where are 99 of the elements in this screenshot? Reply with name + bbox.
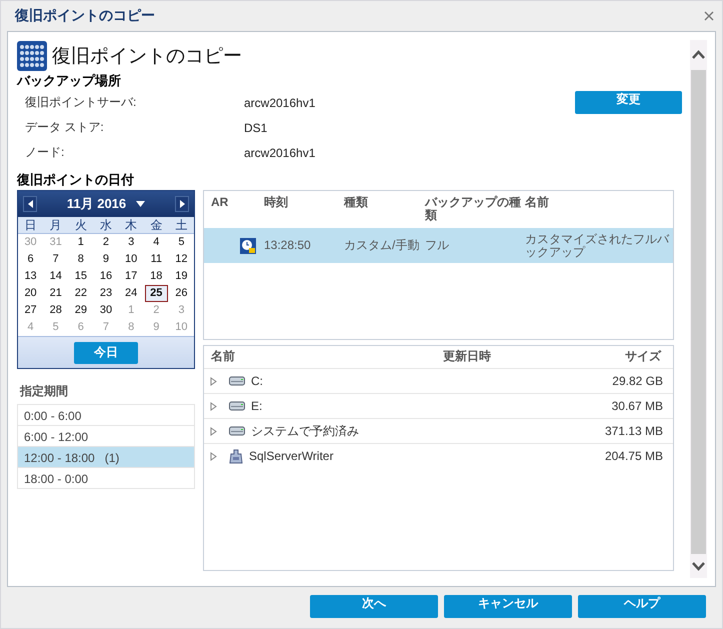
calendar-day[interactable]: 25 — [144, 285, 168, 302]
file-name: システムで予約済み — [251, 422, 359, 440]
dialog-button[interactable]: ヘルプ — [578, 595, 706, 618]
time-range-item[interactable]: 18:00 - 0:00 — [17, 467, 195, 489]
calendar-day[interactable]: 14 — [44, 268, 68, 285]
weekday-label: 日 — [18, 217, 44, 234]
calendar-day[interactable]: 23 — [94, 285, 118, 302]
time-range-item[interactable]: 12:00 - 18:00 (1) — [17, 446, 195, 468]
weekday-label: 金 — [144, 217, 169, 234]
scrollbar[interactable] — [690, 40, 707, 578]
file-row[interactable]: SqlServerWriter 204.75 MB — [204, 443, 673, 468]
expand-icon[interactable] — [210, 402, 217, 410]
field-label: ノード: — [24, 144, 66, 161]
calendar-day[interactable]: 20 — [19, 285, 42, 302]
column-header: サイズ — [624, 350, 662, 363]
calendar-day[interactable]: 11 — [144, 251, 168, 268]
file-row[interactable]: E: 30.67 MB — [204, 393, 673, 418]
next-month-button[interactable] — [175, 196, 189, 212]
file-row[interactable]: システムで予約済み 371.13 MB — [204, 418, 673, 443]
dialog-button[interactable]: 次へ — [310, 595, 438, 618]
calendar-day[interactable]: 30 — [94, 302, 118, 319]
section-heading: 指定期間 — [20, 383, 69, 400]
calendar-day[interactable]: 2 — [94, 234, 118, 251]
field-value: arcw2016hv1 — [244, 96, 316, 110]
drive-icon — [229, 376, 245, 386]
calendar-day[interactable]: 17 — [120, 268, 143, 285]
calendar-day[interactable]: 26 — [170, 285, 193, 302]
expand-icon[interactable] — [210, 452, 217, 460]
column-header: 種類 — [344, 196, 369, 209]
calendar-day[interactable]: 19 — [170, 268, 193, 285]
calendar-grid-icon — [17, 41, 47, 71]
weekday-label: 月 — [43, 217, 68, 234]
field-label: 復旧ポイントサーバ: — [24, 94, 138, 111]
calendar-day[interactable]: 10 — [120, 251, 143, 268]
weekday-label: 水 — [93, 217, 119, 234]
calendar-day[interactable]: 24 — [120, 285, 143, 302]
calendar-day[interactable]: 8 — [69, 251, 92, 268]
time-range-item[interactable]: 0:00 - 6:00 — [17, 404, 195, 426]
calendar-day[interactable]: 22 — [69, 285, 92, 302]
change-button[interactable]: 変更 — [575, 91, 682, 114]
calendar-day[interactable]: 21 — [44, 285, 68, 302]
column-header: 名前 — [525, 196, 550, 209]
expand-icon[interactable] — [210, 426, 217, 436]
section-heading: 復旧ポイントの日付 — [17, 171, 135, 189]
column-header: 時刻 — [264, 196, 289, 209]
file-size: 29.82 GB — [611, 374, 664, 388]
caret-right-icon — [180, 200, 184, 208]
file-row[interactable]: C: 29.82 GB — [204, 368, 673, 393]
calendar-day[interactable]: 15 — [69, 268, 92, 285]
file-name: E: — [251, 399, 262, 413]
calendar-day[interactable]: 16 — [94, 268, 118, 285]
calendar-day[interactable]: 27 — [19, 302, 42, 319]
caret-left-icon — [28, 200, 32, 208]
calendar-day[interactable]: 9 — [94, 251, 118, 268]
column-header: 更新日時 — [443, 350, 492, 363]
file-size: 204.75 MB — [604, 449, 664, 463]
calendar-day[interactable]: 28 — [44, 302, 68, 319]
drive-icon — [229, 426, 245, 436]
expand-icon[interactable] — [210, 376, 217, 386]
column-header: 名前 — [210, 350, 236, 363]
column-header: バックアップの種類 — [425, 196, 522, 222]
file-size: 30.67 MB — [610, 399, 664, 413]
previous-month-button[interactable] — [23, 196, 37, 212]
calendar-day[interactable]: 13 — [19, 268, 42, 285]
weekday-label: 木 — [118, 217, 144, 234]
calendar-day[interactable]: 18 — [144, 268, 168, 285]
calendar-day[interactable]: 29 — [69, 302, 92, 319]
server-icon — [229, 448, 243, 464]
field-label: データ ストア: — [24, 119, 105, 136]
table-cell-text: 13:28:50 — [264, 239, 312, 252]
caret-down-icon — [136, 201, 146, 207]
drive-icon — [229, 401, 245, 411]
table-cell-text: フル — [425, 239, 450, 252]
page-title: 復旧ポイントのコピー — [52, 45, 242, 69]
file-size: 371.13 MB — [604, 424, 664, 438]
column-header: AR — [210, 196, 230, 209]
file-name: SqlServerWriter — [249, 449, 334, 463]
recovery-point-row[interactable]: 13:28:50 カスタム/手動 フル カスタマイズされたフルバックアップ — [204, 228, 673, 263]
weekday-label: 火 — [68, 217, 94, 234]
dialog-button[interactable]: キャンセル — [444, 595, 572, 618]
today-button[interactable]: 今日 — [74, 342, 138, 364]
field-value: DS1 — [244, 120, 268, 134]
calendar-day[interactable]: 4 — [144, 234, 168, 251]
close-icon[interactable] — [704, 11, 714, 21]
calendar-day[interactable]: 5 — [170, 234, 193, 251]
calendar-day[interactable]: 1 — [69, 234, 92, 251]
field-value: arcw2016hv1 — [244, 146, 316, 160]
calendar-day[interactable]: 12 — [170, 251, 193, 268]
calendar-day[interactable]: 3 — [120, 234, 143, 251]
table-cell-text: カスタマイズされたフルバックアップ — [525, 232, 670, 258]
window-title: 復旧ポイントのコピー — [15, 7, 155, 25]
section-heading: バックアップ場所 — [17, 72, 122, 90]
clock-lock-icon — [240, 238, 256, 254]
table-cell-text: カスタム/手動 — [344, 239, 420, 252]
file-name: C: — [251, 374, 263, 388]
time-range-item[interactable]: 6:00 - 12:00 — [17, 425, 195, 447]
calendar-day[interactable]: 7 — [44, 251, 68, 268]
weekday-label: 土 — [168, 217, 194, 234]
calendar-day[interactable]: 6 — [19, 251, 42, 268]
